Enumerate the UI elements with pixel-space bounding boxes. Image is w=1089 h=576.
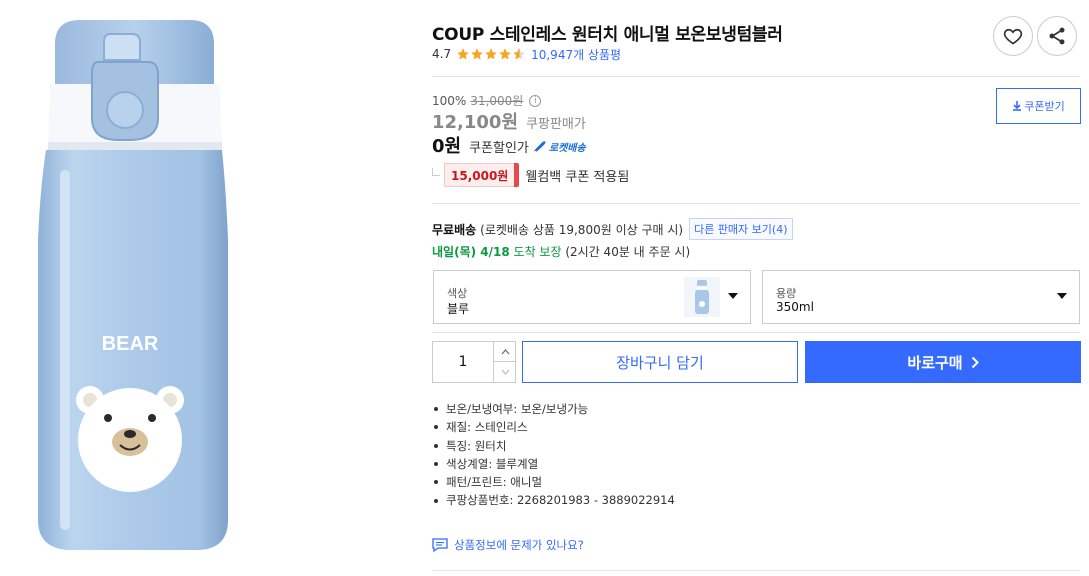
size-option-label: 용량 xyxy=(776,287,797,300)
color-option-select[interactable]: 색상 블루 xyxy=(433,270,751,324)
coupon-download-label: 쿠폰받기 xyxy=(1024,100,1065,113)
quantity-stepper: 1 xyxy=(432,341,516,383)
welcome-coupon-text: 웰컴백 쿠폰 적용됨 xyxy=(525,169,630,185)
rocket-delivery-label: 로켓배송 xyxy=(548,142,586,154)
wishlist-button[interactable] xyxy=(993,16,1033,56)
list-item: 보온/보냉여부: 보온/보냉가능 xyxy=(432,400,675,418)
coupon-download-button[interactable]: 쿠폰받기 xyxy=(996,88,1081,124)
report-product-info-label: 상품정보에 문제가 있나요? xyxy=(454,538,584,552)
share-icon xyxy=(1049,27,1065,45)
rocket-icon xyxy=(532,141,546,152)
share-button[interactable] xyxy=(1037,16,1077,56)
star-icon xyxy=(471,48,483,60)
download-icon xyxy=(1013,101,1022,111)
chevron-right-icon xyxy=(971,356,979,368)
divider xyxy=(432,332,1080,333)
star-icon xyxy=(485,48,497,60)
product-image: BEAR xyxy=(0,0,410,576)
rocket-delivery-badge: 로켓배송 xyxy=(532,139,586,154)
star-icon xyxy=(499,48,511,60)
star-half-icon xyxy=(513,48,525,60)
rating-stars xyxy=(456,47,526,61)
welcome-coupon-row: 15,000원 웰컴백 쿠폰 적용됨 xyxy=(432,162,629,188)
star-icon xyxy=(457,48,469,60)
divider xyxy=(432,76,1080,77)
rating-value: 4.7 xyxy=(432,47,452,61)
list-item: 쿠팡상품번호: 2268201983 - 3889022914 xyxy=(432,491,675,509)
chat-icon xyxy=(432,538,448,552)
review-count-link[interactable]: 10,947개 상품평 xyxy=(531,46,621,63)
chevron-down-icon xyxy=(501,369,509,375)
color-option-label: 색상 xyxy=(447,287,468,300)
list-item: 색상계열: 블루계열 xyxy=(432,455,675,473)
caret-down-icon xyxy=(1057,293,1067,299)
buy-now-button[interactable]: 바로구매 xyxy=(805,341,1081,383)
chevron-up-icon xyxy=(501,348,509,354)
product-info-panel: COUP 스테인레스 원터치 애니멀 보온보냉텀블러 4.7 10,947개 상… xyxy=(432,0,1082,576)
bottle-bear-label: BEAR xyxy=(102,333,159,355)
arrival-guarantee: 도착 보장 xyxy=(513,245,562,259)
indent-mark xyxy=(432,168,440,176)
arrival-day: 내일(목) 4/18 xyxy=(432,245,510,259)
sale-price-label: 쿠팡판매가 xyxy=(526,117,586,132)
color-option-value: 블루 xyxy=(447,302,470,316)
other-sellers-button[interactable]: 다른 판매자 보기(4) xyxy=(689,218,793,240)
coupon-price: 0원 xyxy=(432,136,462,157)
product-attribute-list: 보온/보냉여부: 보온/보냉가능 재질: 스테인리스 특징: 원터치 색상계열:… xyxy=(432,400,675,510)
sale-price-row: 12,100원 쿠팡판매가 xyxy=(432,108,586,134)
color-option-thumbnail xyxy=(684,277,720,317)
size-option-select[interactable]: 용량 350ml xyxy=(762,270,1080,324)
buy-now-label: 바로구매 xyxy=(907,353,963,372)
divider xyxy=(432,203,1080,204)
welcome-coupon-amount: 15,000원 xyxy=(444,163,520,187)
product-title: COUP 스테인레스 원터치 애니멀 보온보냉텀블러 xyxy=(432,25,783,45)
quantity-decrease-button[interactable] xyxy=(493,362,516,382)
add-to-cart-button[interactable]: 장바구니 담기 xyxy=(522,341,798,383)
list-item: 특징: 원터치 xyxy=(432,437,675,455)
original-price-row: 100% 31,000원 i xyxy=(432,92,542,109)
free-shipping-condition: (로켓배송 상품 19,800원 이상 구매 시) xyxy=(480,222,684,237)
divider xyxy=(432,570,1080,571)
info-icon[interactable]: i xyxy=(529,94,542,107)
list-item: 패턴/프린트: 애니멀 xyxy=(432,473,675,491)
heart-icon xyxy=(1003,28,1023,45)
quantity-increase-button[interactable] xyxy=(493,342,516,362)
caret-down-icon xyxy=(728,293,738,299)
sale-price: 12,100원 xyxy=(432,112,519,133)
shipping-row: 무료배송 (로켓배송 상품 19,800원 이상 구매 시) 다른 판매자 보기… xyxy=(432,218,793,240)
report-product-info-link[interactable]: 상품정보에 문제가 있나요? xyxy=(432,537,584,553)
rating-row: 4.7 10,947개 상품평 xyxy=(432,45,621,63)
size-option-value: 350ml xyxy=(776,300,814,314)
list-item: 재질: 스테인리스 xyxy=(432,418,675,436)
arrival-condition: (2시간 40분 내 주문 시) xyxy=(565,245,691,259)
coupon-price-label: 쿠폰할인가 xyxy=(469,141,529,156)
free-shipping-label: 무료배송 xyxy=(432,222,477,237)
discount-rate: 100% xyxy=(432,93,467,108)
original-price: 31,000원 xyxy=(470,94,524,108)
coupon-price-row: 0원 쿠폰할인가 로켓배송 xyxy=(432,132,586,158)
quantity-input[interactable]: 1 xyxy=(433,342,493,382)
arrival-row: 내일(목) 4/18 도착 보장 (2시간 40분 내 주문 시) xyxy=(432,243,690,260)
